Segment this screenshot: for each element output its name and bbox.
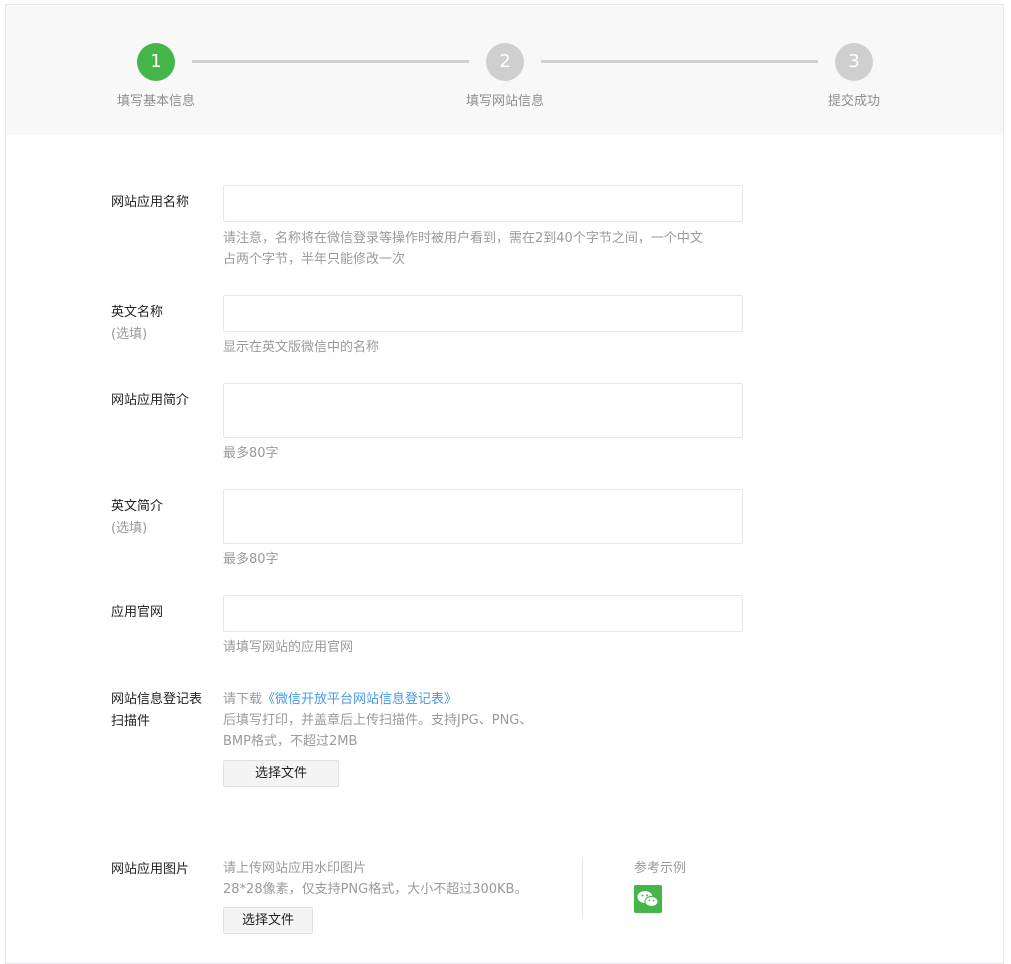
en-name-input[interactable] — [223, 295, 743, 332]
step-connector-1 — [192, 60, 469, 63]
en-intro-label: 英文简介 (选填) — [111, 496, 163, 540]
register-form-choose-file-button[interactable]: 选择文件 — [223, 760, 339, 787]
app-image-tip-line2: 28*28像素，仅支持PNG格式，大小不超过300KB。 — [223, 882, 528, 897]
en-name-tip: 显示在英文版微信中的名称 — [223, 340, 380, 355]
intro-textarea[interactable] — [223, 383, 743, 438]
en-intro-textarea[interactable] — [223, 489, 743, 544]
en-name-label: 英文名称 (选填) — [111, 302, 163, 346]
register-form-tip-line3: BMP格式，不超过2MB — [223, 734, 358, 749]
step-1-circle: 1 — [137, 43, 175, 81]
app-name-tip-line2: 占两个字节，半年只能修改一次 — [223, 252, 406, 267]
app-image-label: 网站应用图片 — [111, 862, 190, 877]
en-intro-label-text: 英文简介 — [111, 499, 164, 514]
app-image-choose-file-button[interactable]: 选择文件 — [223, 907, 313, 934]
register-form-label-line2: 扫描件 — [111, 714, 151, 729]
step-2-circle: 2 — [486, 43, 524, 81]
register-form-tip: 请下载《微信开放平台网站信息登记表》 后填写打印，并盖章后上传扫描件。支持JPG… — [223, 689, 532, 752]
step-3-label: 提交成功 — [827, 94, 881, 109]
website-label: 应用官网 — [111, 605, 164, 620]
en-name-label-text: 英文名称 — [111, 305, 164, 320]
app-name-label: 网站应用名称 — [111, 195, 190, 210]
form-panel: 1 填写基本信息 2 填写网站信息 3 提交成功 网站应用名称 请注意，名称将在… — [5, 4, 1004, 964]
step-2-label: 填写网站信息 — [465, 94, 545, 109]
en-name-optional: (选填) — [111, 327, 148, 342]
example-divider — [582, 857, 583, 919]
intro-tip: 最多80字 — [223, 446, 279, 461]
step-connector-2 — [541, 60, 818, 63]
intro-label: 网站应用简介 — [111, 393, 190, 408]
en-intro-tip: 最多80字 — [223, 552, 279, 567]
app-image-tip-line1: 请上传网站应用水印图片 — [223, 861, 367, 876]
wechat-bubbles-icon — [637, 891, 659, 907]
step-1-label: 填写基本信息 — [116, 94, 196, 109]
app-name-input[interactable] — [223, 185, 743, 222]
step-progress-bar: 1 填写基本信息 2 填写网站信息 3 提交成功 — [6, 5, 1003, 135]
wechat-logo-icon — [634, 885, 662, 913]
app-name-tip-line1: 请注意，名称将在微信登录等操作时被用户看到，需在2到40个字节之间，一个中文 — [223, 231, 703, 246]
register-form-tip-line2: 后填写打印，并盖章后上传扫描件。支持JPG、PNG、 — [223, 713, 533, 728]
register-form-label: 网站信息登记表 扫描件 — [111, 689, 202, 733]
register-form-label-line1: 网站信息登记表 — [111, 692, 203, 707]
example-label: 参考示例 — [634, 861, 687, 876]
website-input[interactable] — [223, 595, 743, 632]
register-form-tip-prefix: 请下载 — [223, 692, 263, 707]
website-tip: 请填写网站的应用官网 — [223, 640, 354, 655]
app-image-tip: 请上传网站应用水印图片 28*28像素，仅支持PNG格式，大小不超过300KB。 — [223, 858, 527, 900]
register-form-download-link[interactable]: 《微信开放平台网站信息登记表》 — [262, 692, 457, 707]
app-name-tip: 请注意，名称将在微信登录等操作时被用户看到，需在2到40个字节之间，一个中文 占… — [223, 228, 703, 270]
register-form-tip-line1: 请下载《微信开放平台网站信息登记表》 — [223, 689, 532, 710]
step-3-circle: 3 — [835, 43, 873, 81]
en-intro-optional: (选填) — [111, 521, 148, 536]
